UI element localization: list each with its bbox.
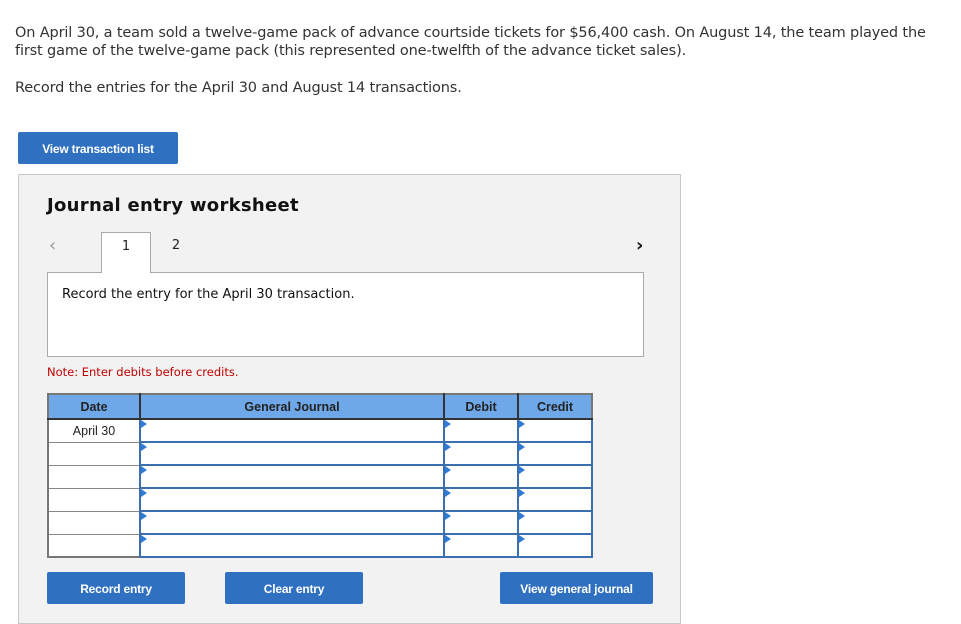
dropdown-indicator-icon [445, 420, 451, 428]
credit-input-cell [517, 510, 593, 535]
account-select-cell [139, 487, 445, 512]
debit-input-cell [443, 441, 519, 466]
account-select[interactable] [141, 535, 443, 556]
journal-header-row: Date General Journal Debit Credit [48, 394, 592, 420]
debit-input[interactable] [445, 466, 517, 487]
journal-row [48, 441, 593, 466]
journal-row [48, 487, 593, 512]
debit-input-cell [443, 510, 519, 535]
entry-prompt: Record the entry for the April 30 transa… [62, 287, 355, 302]
dropdown-indicator-icon [519, 420, 525, 428]
view-transaction-list-button[interactable]: View transaction list [18, 132, 178, 164]
date-cell [48, 487, 140, 511]
dropdown-indicator-icon [141, 535, 147, 543]
credit-input-cell [517, 487, 593, 512]
debit-input-cell [443, 487, 519, 512]
account-select[interactable] [141, 420, 443, 441]
journal-table: Date General Journal Debit Credit April … [47, 393, 593, 558]
account-select-cell [139, 418, 445, 443]
dropdown-indicator-icon [141, 420, 147, 428]
account-select-cell [139, 441, 445, 466]
problem-text: On April 30, a team sold a twelve-game p… [15, 24, 945, 60]
debit-input[interactable] [445, 420, 517, 441]
dropdown-indicator-icon [519, 466, 525, 474]
header-general-journal: General Journal [139, 394, 444, 420]
dropdown-indicator-icon [445, 535, 451, 543]
dropdown-indicator-icon [445, 489, 451, 497]
debit-input-cell [443, 418, 519, 443]
journal-row [48, 464, 593, 489]
credit-input[interactable] [519, 466, 591, 487]
dropdown-indicator-icon [445, 466, 451, 474]
dropdown-indicator-icon [519, 512, 525, 520]
header-debit: Debit [443, 394, 518, 420]
credit-input[interactable] [519, 535, 591, 556]
journal-row [48, 533, 593, 558]
date-cell [48, 441, 140, 465]
clear-entry-button[interactable]: Clear entry [225, 572, 363, 604]
account-select[interactable] [141, 466, 443, 487]
date-cell [48, 533, 140, 557]
debit-input-cell [443, 464, 519, 489]
date-cell: April 30 [48, 419, 140, 442]
credit-input-cell [517, 533, 593, 558]
tab-2[interactable]: 2 [151, 232, 201, 272]
debit-input[interactable] [445, 489, 517, 510]
date-cell [48, 464, 140, 488]
debit-input[interactable] [445, 443, 517, 464]
chevron-right-icon[interactable]: › [636, 235, 643, 256]
dropdown-indicator-icon [141, 489, 147, 497]
dropdown-indicator-icon [519, 535, 525, 543]
dropdown-indicator-icon [519, 443, 525, 451]
view-general-journal-button[interactable]: View general journal [500, 572, 653, 604]
account-select-cell [139, 533, 445, 558]
account-select[interactable] [141, 512, 443, 533]
problem-instruction: Record the entries for the April 30 and … [15, 80, 462, 96]
credit-input-cell [517, 441, 593, 466]
problem-paragraph: On April 30, a team sold a twelve-game p… [15, 25, 926, 59]
journal-row: April 30 [48, 418, 593, 443]
dropdown-indicator-icon [141, 466, 147, 474]
dropdown-indicator-icon [141, 443, 147, 451]
chevron-left-icon[interactable]: ‹ [49, 235, 56, 256]
account-select[interactable] [141, 443, 443, 464]
dropdown-indicator-icon [445, 512, 451, 520]
debit-input[interactable] [445, 512, 517, 533]
worksheet-title: Journal entry worksheet [47, 195, 299, 216]
header-date: Date [48, 394, 140, 420]
record-entry-button[interactable]: Record entry [47, 572, 185, 604]
journal-row [48, 510, 593, 535]
date-cell [48, 510, 140, 534]
journal-entry-worksheet: Journal entry worksheet ‹ 1 2 › Record t… [18, 174, 681, 624]
credit-input[interactable] [519, 512, 591, 533]
account-select-cell [139, 510, 445, 535]
credit-input-cell [517, 418, 593, 443]
dropdown-indicator-icon [445, 443, 451, 451]
account-select-cell [139, 464, 445, 489]
entry-prompt-box: Record the entry for the April 30 transa… [47, 272, 644, 357]
debits-note: Note: Enter debits before credits. [47, 365, 239, 379]
credit-input[interactable] [519, 489, 591, 510]
debit-input-cell [443, 533, 519, 558]
credit-input[interactable] [519, 443, 591, 464]
account-select[interactable] [141, 489, 443, 510]
dropdown-indicator-icon [141, 512, 147, 520]
debit-input[interactable] [445, 535, 517, 556]
header-credit: Credit [517, 394, 592, 420]
tab-1[interactable]: 1 [101, 232, 151, 273]
credit-input[interactable] [519, 420, 591, 441]
credit-input-cell [517, 464, 593, 489]
dropdown-indicator-icon [519, 489, 525, 497]
